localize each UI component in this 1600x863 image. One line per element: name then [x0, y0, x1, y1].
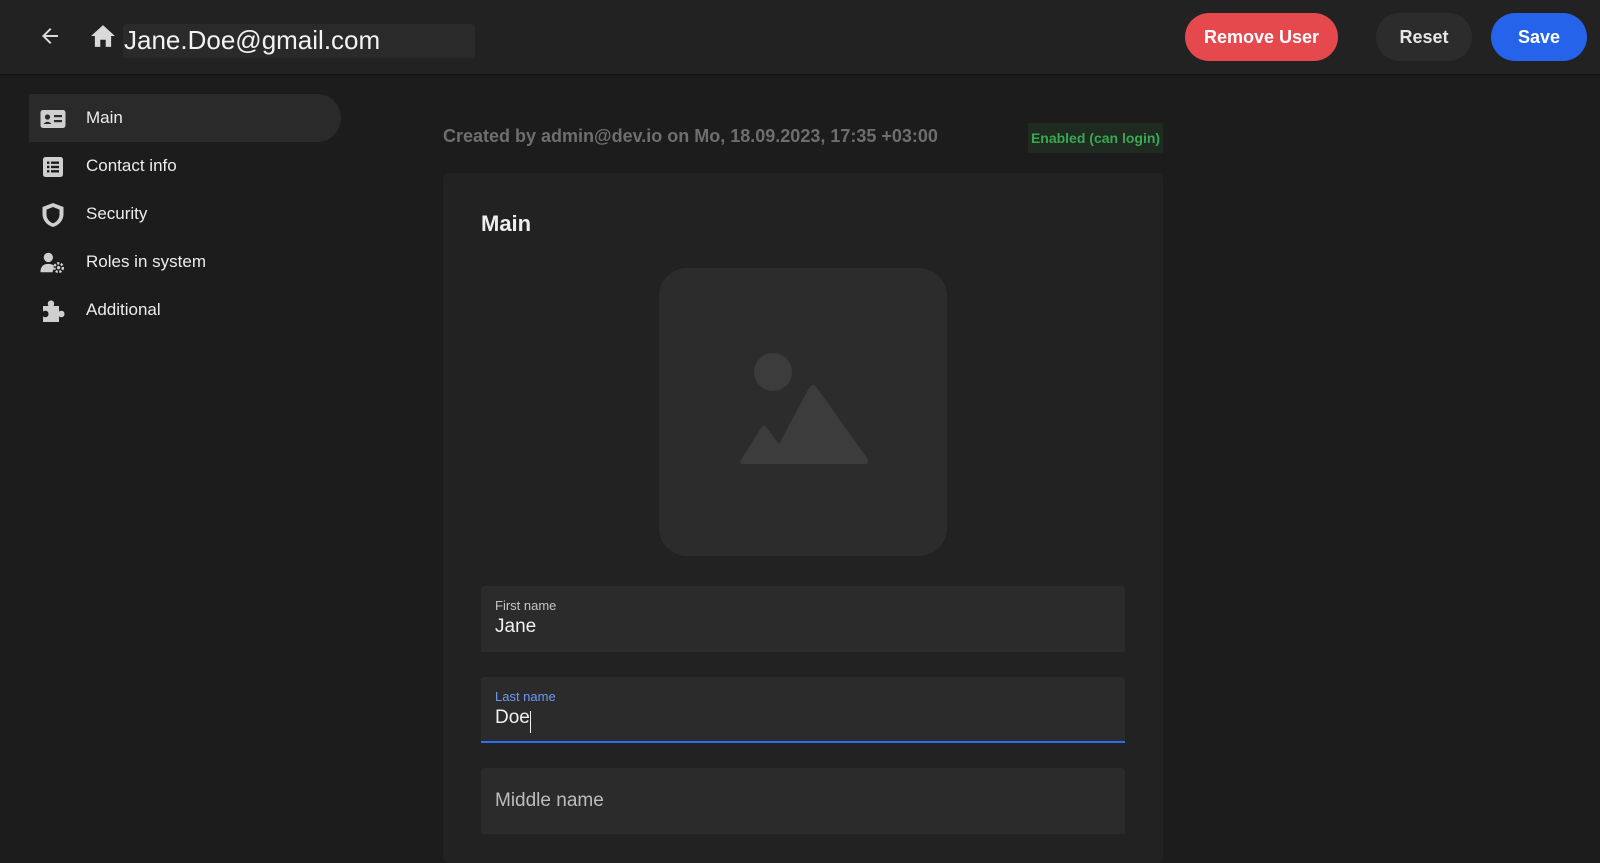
sidebar-item-label: Contact info — [86, 156, 177, 175]
id-card-icon — [40, 106, 66, 132]
home-icon — [91, 25, 115, 47]
reset-button[interactable]: Reset — [1376, 13, 1472, 61]
first-name-field[interactable]: First name — [481, 586, 1125, 652]
middle-name-field[interactable]: Middle name — [481, 768, 1125, 834]
section-title: Main — [481, 211, 532, 236]
sidebar-item-label: Security — [86, 204, 148, 223]
sidebar-item-additional[interactable]: Additional — [29, 286, 341, 334]
middle-name-label: Middle name — [495, 790, 604, 811]
last-name-input[interactable] — [495, 707, 1105, 729]
puzzle-icon — [40, 298, 66, 324]
remove-user-button[interactable]: Remove User — [1185, 13, 1338, 61]
created-by-text: Created by admin@dev.io on Mo, 18.09.202… — [443, 126, 938, 146]
text-caret — [530, 711, 531, 733]
last-name-label: Last name — [495, 689, 556, 704]
image-placeholder-icon — [740, 353, 868, 464]
back-button[interactable] — [34, 20, 66, 52]
avatar-placeholder[interactable] — [659, 268, 947, 556]
sidebar-item-contact-info[interactable]: Contact info — [29, 142, 341, 190]
sidebar-item-label: Additional — [86, 300, 161, 319]
sidebar-item-label: Main — [86, 108, 123, 127]
shield-icon — [40, 202, 66, 228]
arrow-left-icon — [42, 28, 58, 44]
sidebar-item-security[interactable]: Security — [29, 190, 341, 238]
first-name-label: First name — [495, 598, 557, 613]
sidebar-nav: Main Contact info Security Roles in syst… — [29, 94, 341, 334]
main-section-card: Main First name Last name Middle name — [443, 173, 1163, 863]
last-name-field[interactable]: Last name — [481, 677, 1125, 743]
first-name-input[interactable] — [495, 616, 1105, 638]
sidebar-item-label: Roles in system — [86, 252, 206, 271]
user-gear-icon — [40, 250, 66, 276]
list-icon — [40, 154, 66, 180]
sidebar-item-roles[interactable]: Roles in system — [29, 238, 341, 286]
save-button[interactable]: Save — [1491, 13, 1587, 61]
status-badge: Enabled (can login) — [1028, 123, 1163, 153]
page-title: Jane.Doe@gmail.com — [123, 24, 475, 58]
top-bar: Jane.Doe@gmail.com Remove User Reset Sav… — [0, 0, 1600, 74]
sidebar-item-main[interactable]: Main — [29, 94, 341, 142]
